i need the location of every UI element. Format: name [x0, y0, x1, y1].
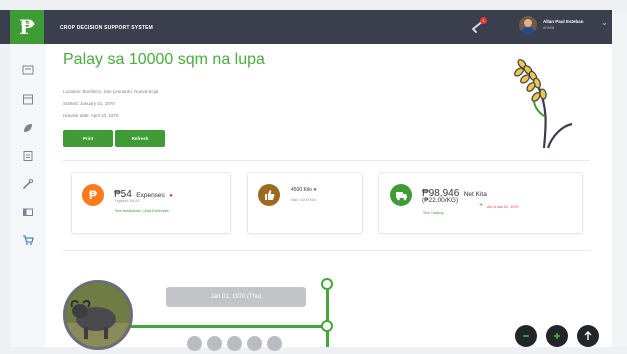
chevron-down-icon[interactable]: ⌄	[601, 18, 608, 27]
refresh-button[interactable]: Refresh	[115, 130, 165, 147]
user-avatar[interactable]	[519, 16, 537, 34]
cart-icon[interactable]	[22, 234, 34, 246]
increase-indicator-icon: ●	[313, 187, 317, 193]
notification-badge: 1	[480, 17, 487, 24]
activity-icon-3[interactable]	[227, 336, 242, 351]
plus-icon	[554, 333, 560, 339]
title-prefix: Palay sa	[63, 51, 129, 68]
app-title: CROP DECISION SUPPORT SYSTEM	[60, 25, 154, 31]
page-scrollbar[interactable]	[612, 10, 627, 347]
title-highlight: 10000 sqm	[128, 51, 208, 68]
page-title: Palay sa 10000 sqm na lupa	[63, 51, 265, 69]
scroll-top-button[interactable]	[577, 325, 599, 347]
activity-icon-5[interactable]	[267, 336, 282, 351]
activity-icon-4[interactable]	[247, 336, 262, 351]
rice-stalk-icon	[514, 59, 573, 149]
dashboard-icon[interactable]	[22, 64, 34, 76]
app-logo[interactable]: ₱	[10, 10, 44, 44]
title-suffix: na lupa	[207, 51, 265, 68]
timeline-date: Jan 01, 1970 (Thu)	[166, 287, 306, 307]
add-button[interactable]	[546, 325, 568, 347]
yield-max: Max: 4200 Kilo	[291, 198, 317, 202]
minus-icon	[523, 335, 529, 337]
location-text: Location: Bonifacio, San Leonardo, Nueva…	[63, 89, 159, 94]
net-profit-label: Net Kita	[463, 191, 487, 198]
expenses-links[interactable]: See breakdown | Add Expenses	[115, 209, 169, 213]
timeline-vertical-line	[326, 284, 329, 347]
activity-icon-2[interactable]	[207, 336, 222, 351]
minus-button[interactable]	[515, 325, 537, 347]
harvest-date: Harvest date: April 10, 1970	[63, 113, 119, 118]
increase-arrow-icon: +	[479, 202, 484, 209]
truck-icon	[390, 184, 412, 206]
leaf-icon[interactable]	[22, 122, 34, 134]
carabao-photo	[63, 280, 133, 350]
tools-icon[interactable]	[22, 178, 34, 190]
thumbs-up-icon	[258, 184, 280, 206]
price-per-kilo: (₱22.00/KG)	[422, 197, 459, 204]
arrow-up-icon	[584, 331, 592, 340]
user-role: ADMIN	[543, 26, 555, 30]
see-trading-link[interactable]: See Trading	[423, 211, 443, 215]
wallet-icon[interactable]	[22, 206, 34, 218]
report-icon[interactable]	[22, 150, 34, 162]
decrease-indicator-icon: ●	[169, 193, 173, 199]
timeline-node	[321, 278, 333, 290]
yield-value: 4500 Kilo	[291, 187, 312, 193]
timeline-connector	[118, 325, 328, 328]
expenses-label: Expenses	[136, 192, 165, 199]
user-name[interactable]: Allan Paul Esteban	[543, 19, 584, 24]
sidebar	[10, 44, 47, 347]
print-button[interactable]: Print	[63, 130, 113, 147]
yield-summary: 4500 Kilo ●	[291, 187, 317, 193]
expenses-highest: Highest: 54.00	[115, 199, 140, 203]
calendar-icon[interactable]	[22, 93, 34, 105]
activity-icon-1[interactable]	[187, 336, 202, 351]
section-divider	[63, 160, 590, 161]
started-date: Started: January 01, 1970	[63, 101, 115, 106]
section-divider-2	[63, 250, 590, 251]
timeline-node-active	[321, 320, 333, 332]
as-of-note: As of Jan 01, 1970	[487, 205, 519, 209]
peso-icon: ₱	[82, 184, 104, 206]
